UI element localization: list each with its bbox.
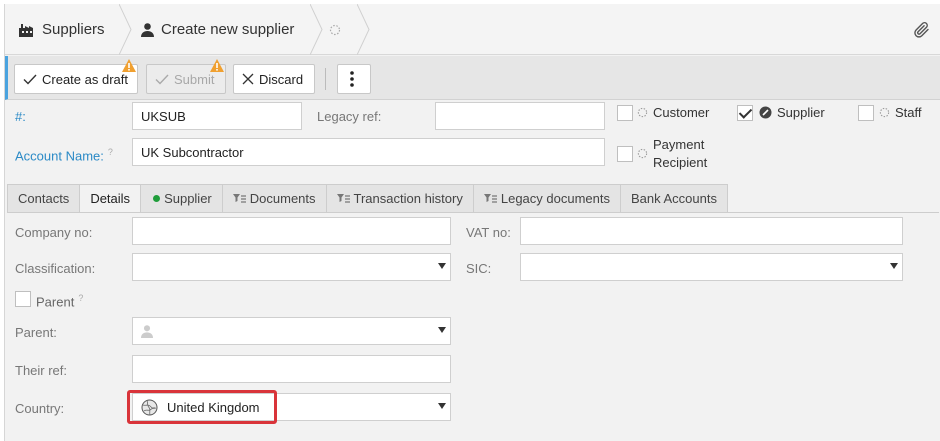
filter-icon (483, 194, 497, 203)
create-as-draft-button[interactable]: Create as draft (14, 59, 138, 94)
parent-checkbox[interactable] (15, 291, 31, 307)
customer-label: Customer (653, 105, 710, 120)
toolbar-divider (325, 68, 326, 90)
tab-supplier[interactable]: Supplier (140, 184, 223, 212)
breadcrumb-separator (118, 4, 132, 55)
submit-label: Submit (174, 71, 215, 87)
account-name-label-text: Account Name: (15, 148, 104, 164)
filter-icon (232, 194, 246, 203)
customer-checkbox[interactable] (617, 105, 633, 121)
classification-label: Classification: (15, 261, 96, 276)
breadcrumb-item-pending (329, 4, 370, 55)
create-as-draft-label: Create as draft (42, 71, 128, 87)
dotted-circle-icon (637, 107, 648, 118)
number-input[interactable]: UKSUB (132, 102, 302, 130)
tab-transaction-history[interactable]: Transaction history (325, 184, 474, 212)
tab-label: Documents (249, 191, 316, 206)
breadcrumb-label: Create new supplier (161, 21, 295, 38)
person-icon (141, 324, 153, 338)
warning-icon (122, 59, 141, 75)
dotted-circle-icon (637, 148, 648, 159)
vertical-ellipsis-icon (349, 71, 354, 87)
tab-legacy-documents[interactable]: Legacy documents (472, 184, 621, 212)
discard-button[interactable]: Discard (233, 64, 315, 94)
tab-contacts[interactable]: Contacts (7, 184, 81, 212)
paperclip-icon[interactable] (913, 21, 931, 42)
dropdown-caret-icon[interactable] (438, 263, 446, 269)
staff-label: Staff (895, 105, 922, 120)
legacy-ref-input[interactable] (435, 102, 605, 130)
discard-label: Discard (259, 71, 304, 87)
supplier-label: Supplier (777, 105, 825, 120)
tab-bank-accounts[interactable]: Bank Accounts (619, 184, 728, 212)
sic-select[interactable] (520, 253, 903, 281)
their-ref-label: Their ref: (15, 363, 68, 378)
help-hint[interactable]: ? (78, 293, 83, 303)
account-name-label: Account Name:? (15, 147, 113, 163)
dropdown-caret-icon[interactable] (438, 403, 446, 409)
account-name-input[interactable]: UK Subcontractor (132, 138, 605, 166)
breadcrumb-label: Suppliers (42, 21, 105, 38)
factory-icon (19, 23, 35, 37)
role-customer: Customer (637, 105, 709, 120)
help-hint[interactable]: ? (108, 147, 113, 157)
parent-select[interactable] (132, 317, 451, 345)
company-no-label: Company no: (15, 225, 93, 240)
breadcrumb-separator (310, 4, 323, 55)
staff-checkbox[interactable] (858, 105, 874, 121)
submit-button[interactable]: Submit (146, 59, 226, 94)
tab-label: Transaction history (353, 191, 463, 206)
payment-recipient-label-line2: Recipient (653, 155, 708, 170)
role-payment-recipient: Payment Recipient (637, 136, 707, 172)
tab-documents[interactable]: Documents (221, 184, 327, 212)
breadcrumb-item-suppliers[interactable]: Suppliers (19, 4, 132, 55)
check-icon (155, 74, 169, 85)
tab-underline (7, 212, 939, 213)
role-supplier: Supplier (759, 105, 825, 120)
sic-label: SIC: (466, 261, 492, 276)
payment-recipient-label: Payment Recipient (653, 136, 707, 172)
breadcrumb: Suppliers Create new supplier (5, 4, 940, 55)
legacy-ref-label: Legacy ref: (317, 109, 382, 124)
close-icon (242, 73, 254, 85)
dropdown-caret-icon[interactable] (438, 327, 446, 333)
payment-recipient-label-line1: Payment (653, 137, 705, 152)
tab-label: Details (90, 191, 131, 206)
parent-label: Parent: (15, 325, 57, 340)
country-label: Country: (15, 401, 65, 416)
window: Suppliers Create new supplier Create as … (4, 4, 940, 441)
supplier-checkbox[interactable] (737, 105, 753, 121)
country-highlight-box (127, 390, 277, 424)
status-dot-icon (153, 195, 161, 202)
tab-label: Supplier (164, 191, 212, 206)
tab-label: Bank Accounts (630, 191, 717, 206)
vat-no-input[interactable] (520, 217, 903, 245)
dropdown-caret-icon[interactable] (890, 263, 898, 269)
supplier-status-icon (759, 106, 772, 119)
dotted-circle-icon (879, 107, 890, 118)
warning-icon (210, 59, 229, 75)
more-options-button[interactable] (337, 64, 371, 94)
tab-label: Contacts (18, 191, 70, 206)
loading-spinner-icon (329, 24, 341, 36)
breadcrumb-separator (357, 4, 370, 55)
check-icon (23, 74, 37, 85)
tab-details[interactable]: Details (79, 184, 142, 213)
tab-bar: Contacts Details Supplier Documents Tran… (7, 184, 728, 213)
breadcrumb-item-create-supplier[interactable]: Create new supplier (141, 4, 323, 55)
person-icon (141, 22, 154, 37)
parent-checkbox-label-text: Parent (36, 294, 75, 310)
company-no-input[interactable] (132, 217, 451, 245)
tab-label: Legacy documents (500, 191, 610, 206)
toolbar: Create as draft Submit Discard (5, 56, 940, 100)
classification-select[interactable] (132, 253, 451, 281)
filter-icon (336, 194, 350, 203)
number-label: #: (15, 109, 26, 124)
their-ref-input[interactable] (132, 355, 451, 383)
vat-no-label: VAT no: (466, 225, 511, 240)
role-staff: Staff (879, 105, 922, 120)
payment-recipient-checkbox[interactable] (617, 146, 633, 162)
parent-checkbox-label: Parent? (36, 293, 83, 309)
